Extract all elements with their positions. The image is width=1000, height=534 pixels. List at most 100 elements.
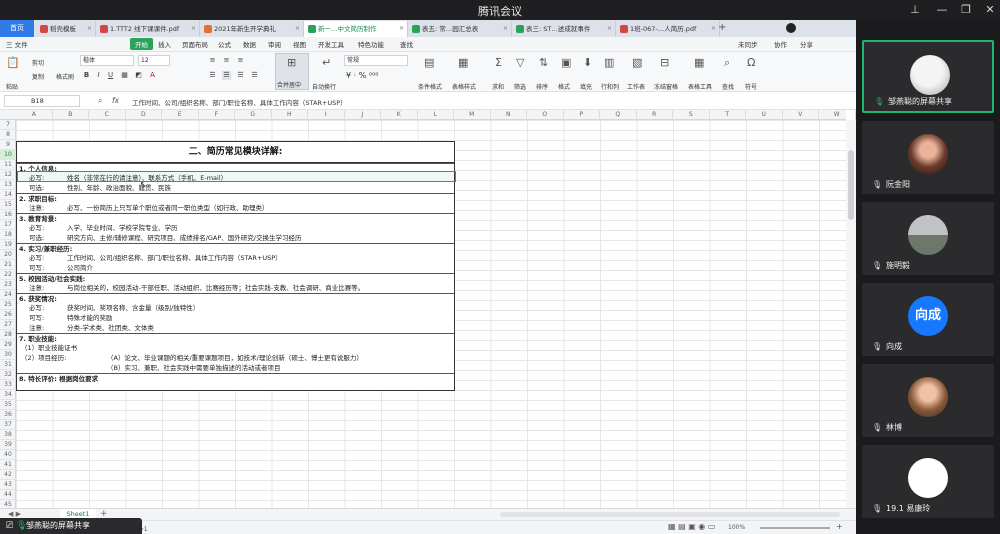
fill-button[interactable]: 填充 xyxy=(580,82,592,91)
row-header[interactable]: 32 xyxy=(0,370,16,380)
align-top-icon[interactable]: ≡ xyxy=(208,56,217,65)
minimize-icon[interactable]: — xyxy=(935,3,949,16)
row-header[interactable]: 13 xyxy=(0,180,16,190)
wrap-text-icon[interactable]: ↵ xyxy=(322,56,331,69)
align-center-icon[interactable]: ☰ xyxy=(222,71,231,80)
sort-icon[interactable]: ⇅ xyxy=(539,56,548,69)
row-header[interactable]: 22 xyxy=(0,270,16,280)
document-tab[interactable]: 新一…中文简历制作 ✕ xyxy=(304,21,408,37)
row-header[interactable]: 11 xyxy=(0,160,16,170)
column-header[interactable]: V xyxy=(783,110,819,120)
font-color-icon[interactable]: A xyxy=(148,71,157,80)
row-header[interactable]: 19 xyxy=(0,240,16,250)
row-header[interactable]: 9 xyxy=(0,140,16,150)
row-header[interactable]: 29 xyxy=(0,340,16,350)
menu-item[interactable]: 数据 xyxy=(243,39,256,49)
zoom-slider[interactable] xyxy=(760,527,830,529)
menu-item[interactable]: 插入 xyxy=(158,39,171,49)
paste-button[interactable]: 粘贴 xyxy=(6,82,18,91)
row-header[interactable]: 37 xyxy=(0,420,16,430)
table-style-button[interactable]: 表格样式 xyxy=(452,82,476,91)
menu-right-item[interactable]: 未同步 xyxy=(738,39,758,49)
participant-tile[interactable]: 🎙 19.1 易康玲 xyxy=(862,445,994,518)
document-tab[interactable]: 稻壳模板 ✕ xyxy=(36,21,96,37)
participant-tile[interactable]: 向成 🎙 向成 xyxy=(862,283,994,356)
column-header[interactable]: E xyxy=(162,110,199,120)
freeze-icon[interactable]: ⊟ xyxy=(660,56,669,69)
row-header[interactable]: 20 xyxy=(0,250,16,260)
column-header[interactable]: T xyxy=(710,110,746,120)
row-header[interactable]: 43 xyxy=(0,480,16,490)
row-header[interactable]: 33 xyxy=(0,380,16,390)
column-header[interactable]: M xyxy=(454,110,491,120)
name-box[interactable]: B18 xyxy=(4,95,80,107)
column-header[interactable]: N xyxy=(491,110,527,120)
sheet-nav-icon[interactable]: ◀ ▶ xyxy=(8,510,21,518)
cond-format-button[interactable]: 条件格式 xyxy=(418,82,442,91)
user-avatar-icon[interactable] xyxy=(786,23,796,33)
document-tab[interactable]: 表三: ST…述成就事件 ✕ xyxy=(512,21,616,37)
column-header[interactable]: L xyxy=(418,110,454,120)
sort-button[interactable]: 排序 xyxy=(536,82,548,91)
menu-item[interactable]: 开发工具 xyxy=(318,39,344,49)
font-size-select[interactable]: 12 xyxy=(138,55,170,66)
pin-icon[interactable]: ⊥ xyxy=(908,3,922,16)
worksheet-button[interactable]: 工作表 xyxy=(627,82,645,91)
bold-button[interactable]: B xyxy=(82,71,91,80)
zoom-level[interactable]: 100% xyxy=(728,524,745,531)
document-tab[interactable]: 表五: 常…园汇总表 ✕ xyxy=(408,21,512,37)
row-header[interactable]: 25 xyxy=(0,300,16,310)
column-header[interactable]: K xyxy=(381,110,418,120)
symbol-icon[interactable]: Ω xyxy=(747,56,755,69)
row-header[interactable]: 18 xyxy=(0,230,16,240)
row-header[interactable]: 36 xyxy=(0,410,16,420)
underline-button[interactable]: U xyxy=(106,71,115,80)
row-header[interactable]: 40 xyxy=(0,450,16,460)
menu-item[interactable]: 视图 xyxy=(293,39,306,49)
maximize-icon[interactable]: ❐ xyxy=(959,3,973,16)
align-bottom-icon[interactable]: ≡ xyxy=(236,56,245,65)
row-header[interactable]: 42 xyxy=(0,470,16,480)
menu-item[interactable]: 特色功能 xyxy=(358,39,384,49)
menu-item[interactable]: 开始 xyxy=(130,38,153,50)
row-header[interactable]: 12 xyxy=(0,170,16,180)
column-header[interactable]: O xyxy=(527,110,564,120)
symbol-button[interactable]: 符号 xyxy=(745,82,757,91)
freeze-button[interactable]: 冻结窗格 xyxy=(654,82,678,91)
zoom-in-icon[interactable]: + xyxy=(836,522,843,531)
column-header[interactable]: S xyxy=(673,110,710,120)
document-tab[interactable]: 1.TTT2 线下课课件.pdf ✕ xyxy=(96,21,200,37)
row-header[interactable]: 17 xyxy=(0,220,16,230)
menu-item[interactable]: 页面布局 xyxy=(182,39,208,49)
zoom-formula-icon[interactable]: ⌕ xyxy=(98,96,102,106)
find-icon[interactable]: ⌕ xyxy=(724,56,730,70)
close-tab-icon[interactable]: ✕ xyxy=(295,21,300,37)
column-header[interactable]: J xyxy=(345,110,381,120)
currency-icon[interactable]: ¥ · % ⁰⁰⁰ xyxy=(346,71,378,80)
font-family-select[interactable]: 楷体 xyxy=(80,55,134,66)
table-style-icon[interactable]: ▦ xyxy=(458,56,468,69)
row-header[interactable]: 15 xyxy=(0,200,16,210)
row-header[interactable]: 30 xyxy=(0,350,16,360)
column-header[interactable]: W xyxy=(819,110,856,120)
rowcol-icon[interactable]: ▥ xyxy=(604,56,614,69)
fill-color-icon[interactable]: ◩ xyxy=(134,71,143,80)
document-tab[interactable]: 1班-067-…人简历.pdf ✕ xyxy=(616,21,720,37)
spreadsheet-grid[interactable]: ABCDEFGHIJKLMNOPQRSTUVW 7 8 9 10 11 12 13 14 15 1… xyxy=(0,110,856,522)
column-header[interactable]: Q xyxy=(600,110,637,120)
participant-tile[interactable]: 🎙 林博 xyxy=(862,364,994,437)
row-header[interactable]: 35 xyxy=(0,400,16,410)
align-middle-icon[interactable]: ≡ xyxy=(222,56,231,65)
menu-item[interactable]: 三 文件 xyxy=(6,39,28,49)
row-header[interactable]: 31 xyxy=(0,360,16,370)
table-tools-button[interactable]: 表格工具 xyxy=(688,82,712,91)
row-header[interactable]: 34 xyxy=(0,390,16,400)
row-header[interactable]: 44 xyxy=(0,490,16,500)
column-header[interactable]: C xyxy=(89,110,126,120)
align-left-icon[interactable]: ☰ xyxy=(208,71,217,80)
filter-icon[interactable]: ▽ xyxy=(516,56,524,69)
italic-button[interactable]: I xyxy=(94,71,103,80)
row-header[interactable]: 8 xyxy=(0,130,16,140)
row-header[interactable]: 41 xyxy=(0,460,16,470)
paste-icon[interactable]: 📋 xyxy=(6,56,20,69)
